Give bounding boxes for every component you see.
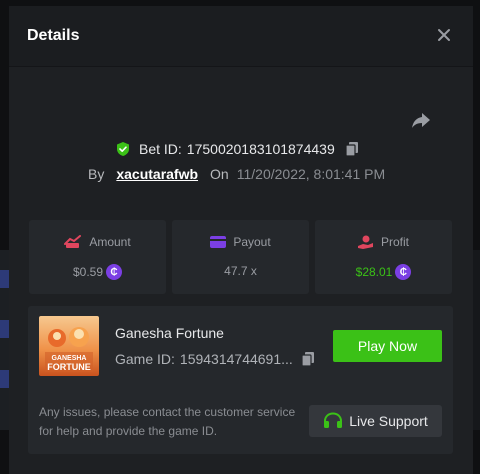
payout-label: Payout: [233, 235, 271, 249]
amount-value: $0.59: [72, 265, 104, 279]
profit-hand-icon: [357, 235, 373, 249]
game-thumbnail[interactable]: GANESHA FORTUNE: [39, 316, 99, 376]
copy-icon[interactable]: [301, 351, 315, 367]
payout-card: Payout 47.7 x: [172, 220, 309, 294]
game-card: GANESHA FORTUNE Ganesha Fortune Game ID:…: [28, 306, 453, 454]
currency-coin-icon: ₵: [395, 264, 412, 280]
amount-card: Amount $0.59 ₵: [29, 220, 166, 294]
game-id-row: Game ID: 1594314744691...: [115, 349, 315, 369]
share-button[interactable]: [409, 108, 433, 132]
thumbnail-title-line1: GANESHA: [51, 355, 86, 362]
bet-id-value: 1750020183101874439: [186, 141, 335, 157]
close-icon: [438, 29, 450, 41]
modal-header: Details: [9, 6, 473, 67]
bet-amount-icon: [64, 235, 82, 248]
details-modal: Details Bet ID: 1750020183101874439 By x…: [9, 6, 473, 474]
currency-coin-icon: ₵: [106, 264, 123, 280]
game-id-value: 1594314744691...: [179, 351, 293, 367]
profit-label: Profit: [380, 235, 409, 249]
live-support-button[interactable]: Live Support: [309, 405, 442, 437]
game-id-label: Game ID:: [115, 351, 175, 367]
by-label: By: [88, 166, 105, 182]
payout-value: 47.7 x: [224, 264, 257, 278]
live-support-label: Live Support: [349, 413, 428, 429]
profit-card: Profit $28.01 ₵: [315, 220, 452, 294]
bet-date: 11/20/2022, 8:01:41 PM: [236, 166, 386, 182]
support-text: Any issues, please contact the customer …: [39, 405, 296, 438]
modal-title: Details: [27, 27, 80, 44]
headset-icon: [324, 412, 343, 428]
game-name: Ganesha Fortune: [115, 325, 224, 341]
close-button[interactable]: [435, 26, 453, 44]
thumbnail-title-line2: FORTUNE: [47, 362, 91, 372]
bet-meta-row: By xacutarafwb On 11/20/2022, 8:01:41 PM: [88, 164, 385, 184]
wallet-icon: [210, 236, 227, 248]
shield-check-icon: [117, 142, 129, 156]
bet-id-label: Bet ID:: [139, 141, 182, 157]
on-label: On: [210, 166, 229, 182]
play-now-button[interactable]: Play Now: [333, 330, 442, 362]
username-link[interactable]: xacutarafwb: [116, 166, 198, 182]
copy-icon[interactable]: [345, 141, 359, 157]
profit-value: $28.01: [355, 265, 393, 279]
amount-label: Amount: [89, 235, 131, 249]
share-icon: [412, 113, 430, 128]
background-page-edge-right: [472, 250, 480, 430]
bet-id-row: Bet ID: 1750020183101874439: [115, 138, 359, 160]
